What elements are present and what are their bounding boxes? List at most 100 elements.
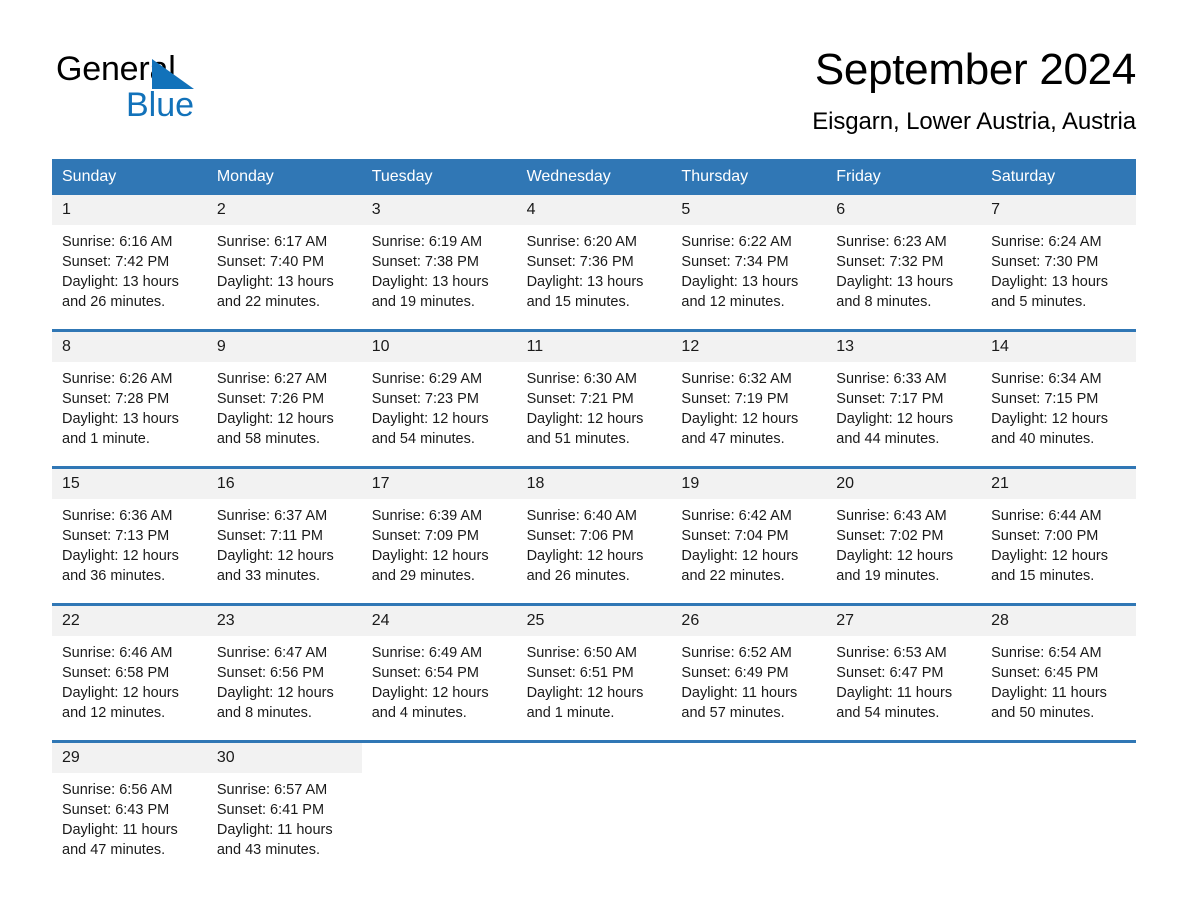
day-number: 25 — [516, 605, 672, 637]
daylight-text: Daylight: 12 hours and 36 minutes. — [62, 548, 179, 585]
day-number: 26 — [671, 605, 827, 637]
day-cell[interactable]: 28 Sunrise: 6:54 AM Sunset: 6:45 PM Dayligh… — [981, 605, 1136, 728]
daylight-text: Daylight: 13 hours and 1 minute. — [62, 411, 179, 448]
day-cell[interactable]: 7 Sunrise: 6:24 AM Sunset: 7:30 PM Daylight… — [981, 194, 1136, 317]
day-details: Sunrise: 6:24 AM Sunset: 7:30 PM Daylight:… — [981, 225, 1136, 312]
day-cell[interactable]: 26 Sunrise: 6:52 AM Sunset: 6:49 PM Dayligh… — [671, 605, 827, 728]
day-cell[interactable]: 25 Sunrise: 6:50 AM Sunset: 6:51 PM Dayligh… — [516, 605, 672, 728]
day-number: 5 — [671, 194, 827, 226]
day-number: 2 — [206, 194, 362, 226]
weekday-header-thursday: Thursday — [681, 167, 749, 185]
calendar-grid: Sunday Monday Tuesday Wednesday Thursday… — [52, 158, 1136, 865]
sunset-text: Sunset: 7:28 PM — [62, 391, 170, 408]
day-details: Sunrise: 6:19 AM Sunset: 7:38 PM Daylight:… — [362, 225, 517, 312]
day-cell[interactable]: 8 Sunrise: 6:26 AM Sunset: 7:28 PM Daylight… — [52, 331, 207, 454]
daylight-text: Daylight: 12 hours and 22 minutes. — [681, 548, 799, 585]
day-number: 22 — [52, 605, 207, 637]
day-cell[interactable]: 13 Sunrise: 6:33 AM Sunset: 7:17 PM Dayligh… — [826, 331, 982, 454]
day-cell[interactable]: 24 Sunrise: 6:49 AM Sunset: 6:54 PM Dayligh… — [361, 605, 517, 728]
day-cell-empty — [516, 742, 672, 865]
sunset-text: Sunset: 7:09 PM — [371, 528, 479, 545]
daylight-text: Daylight: 12 hours and 40 minutes. — [991, 411, 1109, 448]
daylight-text: Daylight: 12 hours and 8 minutes. — [216, 685, 334, 722]
sunset-text: Sunset: 6:54 PM — [371, 665, 479, 682]
sunset-text: Sunset: 7:23 PM — [371, 391, 479, 408]
day-cell-empty — [826, 742, 982, 865]
sunrise-text: Sunrise: 6:54 AM — [991, 645, 1102, 662]
day-details: Sunrise: 6:26 AM Sunset: 7:28 PM Daylight:… — [52, 362, 207, 449]
day-number: 11 — [516, 331, 672, 363]
day-cell[interactable]: 18 Sunrise: 6:40 AM Sunset: 7:06 PM Dayligh… — [516, 468, 672, 591]
daylight-text: Daylight: 12 hours and 15 minutes. — [991, 548, 1109, 585]
daylight-text: Daylight: 13 hours and 15 minutes. — [526, 274, 644, 311]
sunrise-text: Sunrise: 6:52 AM — [681, 645, 792, 662]
sunrise-text: Sunrise: 6:19 AM — [371, 234, 483, 251]
day-cell[interactable]: 23 Sunrise: 6:47 AM Sunset: 6:56 PM Dayligh… — [206, 605, 362, 728]
sunset-text: Sunset: 7:11 PM — [216, 528, 323, 545]
day-cell[interactable]: 29 Sunrise: 6:56 AM Sunset: 6:43 PM Dayligh… — [52, 742, 207, 865]
sunset-text: Sunset: 7:19 PM — [681, 391, 789, 408]
daylight-text: Daylight: 11 hours and 43 minutes. — [216, 822, 333, 859]
sunset-text: Sunset: 6:56 PM — [216, 665, 325, 682]
day-cell[interactable]: 12 Sunrise: 6:32 AM Sunset: 7:19 PM Dayligh… — [671, 331, 827, 454]
sunrise-text: Sunrise: 6:46 AM — [62, 645, 173, 662]
weekday-header-sunday: Sunday — [62, 167, 117, 185]
day-cell[interactable]: 5 Sunrise: 6:22 AM Sunset: 7:34 PM Daylight… — [671, 194, 827, 317]
daylight-text: Daylight: 13 hours and 5 minutes. — [991, 274, 1109, 311]
day-number: 1 — [52, 194, 207, 226]
sunset-text: Sunset: 6:51 PM — [526, 665, 634, 682]
calendar-weeks: 1 Sunrise: 6:16 AM Sunset: 7:42 PM Daylight… — [52, 194, 1136, 865]
day-cell[interactable]: 20 Sunrise: 6:43 AM Sunset: 7:02 PM Dayligh… — [826, 468, 982, 591]
day-details: Sunrise: 6:40 AM Sunset: 7:06 PM Daylight:… — [517, 499, 672, 586]
sunset-text: Sunset: 7:42 PM — [62, 254, 170, 271]
day-number: 24 — [361, 605, 517, 637]
sunset-text: Sunset: 7:15 PM — [991, 391, 1099, 408]
day-cell[interactable]: 27 Sunrise: 6:53 AM Sunset: 6:47 PM Dayligh… — [826, 605, 982, 728]
day-number: 7 — [981, 194, 1136, 226]
day-cell[interactable]: 22 Sunrise: 6:46 AM Sunset: 6:58 PM Dayligh… — [52, 605, 207, 728]
day-cell[interactable]: 9 Sunrise: 6:27 AM Sunset: 7:26 PM Daylight… — [206, 331, 362, 454]
day-cell[interactable]: 14 Sunrise: 6:34 AM Sunset: 7:15 PM Dayligh… — [981, 331, 1136, 454]
day-number: 17 — [361, 468, 517, 500]
sunrise-text: Sunrise: 6:34 AM — [991, 371, 1102, 388]
weekday-header-friday: Friday — [836, 167, 881, 185]
day-cell[interactable]: 21 Sunrise: 6:44 AM Sunset: 7:00 PM Dayligh… — [981, 468, 1136, 591]
day-cell[interactable]: 11 Sunrise: 6:30 AM Sunset: 7:21 PM Dayligh… — [516, 331, 672, 454]
sunrise-text: Sunrise: 6:57 AM — [216, 782, 328, 799]
logo-triangle-icon — [152, 59, 194, 89]
day-cell[interactable]: 15 Sunrise: 6:36 AM Sunset: 7:13 PM Dayligh… — [52, 468, 207, 591]
daylight-text: Daylight: 12 hours and 12 minutes. — [62, 685, 179, 722]
day-details: Sunrise: 6:56 AM Sunset: 6:43 PM Daylight:… — [52, 773, 207, 860]
day-cell[interactable]: 30 Sunrise: 6:57 AM Sunset: 6:41 PM Dayligh… — [206, 742, 362, 865]
day-cell[interactable]: 2 Sunrise: 6:17 AM Sunset: 7:40 PM Daylight… — [206, 194, 362, 317]
day-cell[interactable]: 6 Sunrise: 6:23 AM Sunset: 7:32 PM Daylight… — [826, 194, 982, 317]
daylight-text: Daylight: 12 hours and 47 minutes. — [681, 411, 799, 448]
sunrise-text: Sunrise: 6:43 AM — [836, 508, 947, 525]
day-cell[interactable]: 16 Sunrise: 6:37 AM Sunset: 7:11 PM Dayligh… — [206, 468, 362, 591]
day-details: Sunrise: 6:42 AM Sunset: 7:04 PM Daylight:… — [671, 499, 826, 586]
day-details: Sunrise: 6:27 AM Sunset: 7:26 PM Daylight:… — [207, 362, 362, 449]
daylight-text: Daylight: 13 hours and 22 minutes. — [216, 274, 334, 311]
day-cell[interactable]: 17 Sunrise: 6:39 AM Sunset: 7:09 PM Dayligh… — [361, 468, 517, 591]
sunset-text: Sunset: 7:30 PM — [991, 254, 1099, 271]
day-cell[interactable]: 10 Sunrise: 6:29 AM Sunset: 7:23 PM Dayligh… — [361, 331, 517, 454]
day-number: 10 — [361, 331, 517, 363]
daylight-text: Daylight: 13 hours and 12 minutes. — [681, 274, 799, 311]
day-cell[interactable]: 3 Sunrise: 6:19 AM Sunset: 7:38 PM Daylight… — [361, 194, 517, 317]
weekday-header-wednesday: Wednesday — [526, 167, 611, 185]
day-cell[interactable]: 4 Sunrise: 6:20 AM Sunset: 7:36 PM Daylight… — [516, 194, 672, 317]
daylight-text: Daylight: 12 hours and 44 minutes. — [836, 411, 954, 448]
day-details: Sunrise: 6:54 AM Sunset: 6:45 PM Daylight:… — [981, 636, 1136, 723]
day-number: 6 — [826, 194, 982, 226]
day-cell[interactable]: 19 Sunrise: 6:42 AM Sunset: 7:04 PM Dayligh… — [671, 468, 827, 591]
sunrise-text: Sunrise: 6:39 AM — [371, 508, 483, 525]
day-details: Sunrise: 6:43 AM Sunset: 7:02 PM Daylight:… — [826, 499, 981, 586]
day-cell[interactable]: 1 Sunrise: 6:16 AM Sunset: 7:42 PM Daylight… — [52, 194, 207, 317]
day-number — [361, 742, 517, 772]
calendar-week-row: 1 Sunrise: 6:16 AM Sunset: 7:42 PM Daylight… — [52, 194, 1136, 317]
daylight-text: Daylight: 12 hours and 29 minutes. — [371, 548, 489, 585]
sunrise-text: Sunrise: 6:56 AM — [62, 782, 173, 799]
daylight-text: Daylight: 13 hours and 26 minutes. — [62, 274, 179, 311]
sunrise-text: Sunrise: 6:33 AM — [836, 371, 947, 388]
title-block: September 2024 Eisgarn, Lower Austria, A… — [812, 44, 1136, 136]
